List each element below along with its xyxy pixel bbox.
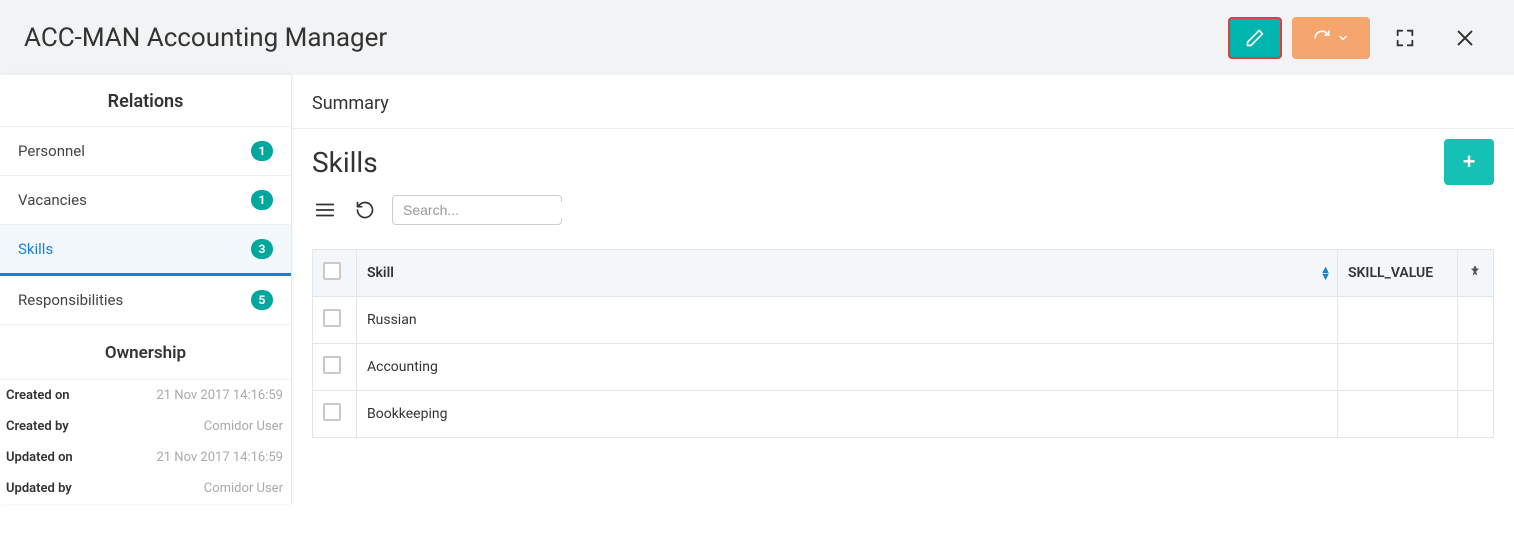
cell-skill-value [1338,344,1458,391]
select-all-header[interactable] [313,250,357,297]
search-input[interactable] [403,202,584,218]
panel-title: Skills [312,146,378,179]
meta-value: Comidor User [204,481,283,496]
pencil-icon [1245,28,1265,48]
plus-icon: + [1463,149,1476,175]
hamburger-icon [314,199,336,221]
sidebar-item-label: Personnel [18,142,85,160]
sidebar-item-label: Vacancies [18,191,87,209]
checkbox-icon [323,403,341,421]
count-badge: 1 [251,190,273,210]
menu-button[interactable] [312,197,338,223]
fullscreen-icon [1394,27,1416,49]
table-header-row: Skill ▲▼ SKILL_VALUE [313,250,1494,297]
table-row[interactable]: Accounting [313,344,1494,391]
fullscreen-button[interactable] [1380,17,1430,59]
meta-updated-on: Updated on 21 Nov 2017 14:16:59 [0,442,291,473]
table-toolbar [312,195,1494,225]
cell-skill: Russian [357,297,1338,344]
header-actions [1228,17,1490,59]
cell-pin [1458,391,1494,438]
summary-label: Summary [292,75,1514,129]
close-button[interactable] [1440,17,1490,59]
row-select[interactable] [313,297,357,344]
row-select[interactable] [313,344,357,391]
meta-created-on: Created on 21 Nov 2017 14:16:59 [0,380,291,411]
sidebar-item-personnel[interactable]: Personnel 1 [0,127,291,176]
meta-label: Created by [6,419,69,434]
column-label: Skill [367,265,394,281]
table-row[interactable]: Bookkeeping [313,391,1494,438]
cell-skill-value [1338,297,1458,344]
column-label: SKILL_VALUE [1348,265,1433,281]
pin-icon [1468,264,1482,278]
row-select[interactable] [313,391,357,438]
page-header: ACC-MAN Accounting Manager [0,0,1514,75]
checkbox-icon [323,309,341,327]
cell-pin [1458,297,1494,344]
refresh-dropdown-button[interactable] [1292,17,1370,59]
meta-value: Comidor User [204,419,283,434]
close-icon [1454,27,1476,49]
count-badge: 3 [251,239,273,259]
cell-pin [1458,344,1494,391]
meta-created-by: Created by Comidor User [0,411,291,442]
meta-value: 21 Nov 2017 14:16:59 [156,388,283,403]
sidebar-item-vacancies[interactable]: Vacancies 1 [0,176,291,225]
table-row[interactable]: Russian [313,297,1494,344]
skills-panel: Skills + [292,129,1514,458]
sort-indicator-icon: ▲▼ [1320,266,1331,280]
meta-label: Created on [6,388,70,403]
meta-label: Updated by [6,481,72,496]
refresh-icon [1313,29,1331,47]
chevron-down-icon [1337,32,1349,44]
reload-button[interactable] [352,197,378,223]
search-box[interactable] [392,195,562,225]
checkbox-icon [323,262,341,280]
meta-label: Updated on [6,450,73,465]
meta-updated-by: Updated by Comidor User [0,473,291,504]
add-button[interactable]: + [1444,139,1494,185]
main: Relations Personnel 1 Vacancies 1 Skills… [0,75,1514,504]
count-badge: 1 [251,141,273,161]
cell-skill-value [1338,391,1458,438]
column-pin[interactable] [1458,250,1494,297]
reload-icon [355,200,375,220]
content: Summary Skills + [292,75,1514,504]
cell-skill: Accounting [357,344,1338,391]
relations-title: Relations [0,75,291,127]
cell-skill: Bookkeeping [357,391,1338,438]
skills-table: Skill ▲▼ SKILL_VALUE Russia [312,249,1494,438]
column-skill-value[interactable]: SKILL_VALUE [1338,250,1458,297]
count-badge: 5 [251,290,273,310]
sidebar-item-responsibilities[interactable]: Responsibilities 5 [0,276,291,325]
panel-head: Skills + [312,139,1494,185]
meta-value: 21 Nov 2017 14:16:59 [156,450,283,465]
sidebar-item-label: Responsibilities [18,291,123,309]
ownership-title: Ownership [0,325,291,380]
checkbox-icon [323,356,341,374]
sidebar-item-skills[interactable]: Skills 3 [0,225,291,276]
column-skill[interactable]: Skill ▲▼ [357,250,1338,297]
page-title: ACC-MAN Accounting Manager [24,23,387,53]
sidebar-item-label: Skills [18,240,53,258]
sidebar: Relations Personnel 1 Vacancies 1 Skills… [0,75,292,504]
edit-button[interactable] [1228,17,1282,59]
